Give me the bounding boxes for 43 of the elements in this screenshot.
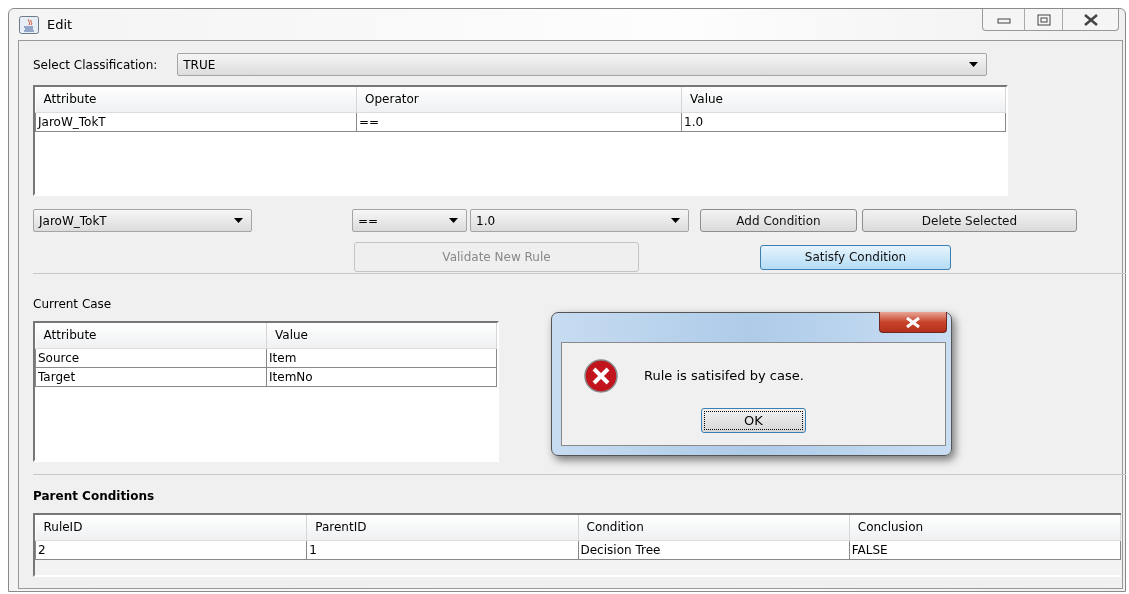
table-cell: Decision Tree <box>578 540 850 559</box>
table-cell: 1 <box>306 540 578 559</box>
close-icon <box>905 316 921 328</box>
table-cell: FALSE <box>849 540 1121 559</box>
column-header[interactable]: Value <box>681 87 1006 112</box>
column-header[interactable]: Operator <box>356 87 682 112</box>
column-header[interactable]: Value <box>266 323 497 348</box>
caret-icon <box>671 218 680 223</box>
column-header[interactable]: Conclusion <box>849 515 1121 540</box>
close-button[interactable] <box>879 312 947 333</box>
close-icon <box>1082 13 1099 26</box>
section-title: Current Case <box>33 297 113 311</box>
window-title: Edit <box>47 15 73 34</box>
dialog-message: Rule is satisifed by case. <box>644 367 804 386</box>
delete-selected-button[interactable]: Delete Selected <box>862 209 1077 232</box>
table-cell: Target <box>35 367 267 386</box>
column-header[interactable]: ParentID <box>306 515 578 540</box>
caret-icon <box>969 62 979 67</box>
caret-icon <box>234 218 243 223</box>
column-header[interactable]: Attribute <box>35 323 267 348</box>
operator-dropdown[interactable]: == <box>352 209 467 232</box>
add-condition-button[interactable]: Add Condition <box>700 209 857 232</box>
caret-icon <box>449 218 458 223</box>
table-cell: JaroW_TokT <box>35 112 357 131</box>
classification-dropdown[interactable]: TRUE <box>177 53 988 76</box>
table-cell: Item <box>266 348 497 367</box>
table-cell: 1.0 <box>681 112 1006 131</box>
table-cell: == <box>356 112 682 131</box>
restore-icon <box>1036 13 1051 26</box>
field-label: Select Classification: <box>33 56 158 74</box>
attribute-dropdown[interactable]: JaroW_TokT <box>33 209 252 232</box>
satisfy-condition-button[interactable]: Satisfy Condition <box>760 244 951 270</box>
value-dropdown[interactable]: 1.0 <box>470 209 689 232</box>
column-header[interactable]: Condition <box>578 515 850 540</box>
section-title: Parent Conditions <box>33 489 156 503</box>
ok-button[interactable]: OK <box>701 408 806 433</box>
column-header[interactable]: RuleID <box>35 515 307 540</box>
table-cell: 2 <box>35 540 307 559</box>
column-header[interactable]: Attribute <box>35 87 357 112</box>
minimize-icon <box>996 15 1011 24</box>
app-icon <box>19 15 39 34</box>
table-cell: ItemNo <box>266 367 497 386</box>
table-cell: Source <box>35 348 267 367</box>
